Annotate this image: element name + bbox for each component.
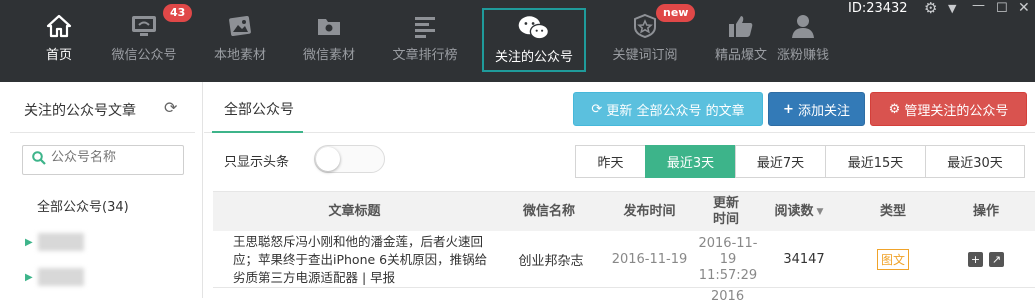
- active-tab-indicator: [212, 131, 303, 133]
- refresh-all-articles-label: 更新 全部公众号 的文章: [606, 103, 745, 119]
- nav-grow-fans[interactable]: 涨粉赚钱: [771, 0, 835, 82]
- sidebar-divider: [10, 132, 195, 133]
- nav-keyword-subscribe-label: 关键词订阅: [612, 48, 678, 63]
- tab-bar-divider: [204, 132, 1035, 133]
- nav-article-ranking-label: 文章排行榜: [392, 48, 458, 63]
- type-badge: 图文: [876, 249, 909, 270]
- nav-home-label: 首页: [45, 48, 72, 63]
- range-last-15-days[interactable]: 最近15天: [825, 145, 926, 178]
- main-panel: 全部公众号 ⟳ 更新 全部公众号 的文章 + 添加关注 ⚙ 管理关注的公众号 只…: [204, 82, 1035, 301]
- column-header-updated: 更新时间: [712, 196, 739, 227]
- user-icon: [785, 12, 821, 40]
- manage-followed-button[interactable]: ⚙ 管理关注的公众号: [870, 92, 1027, 126]
- column-header-reads[interactable]: 阅读数 ▼: [755, 192, 843, 232]
- column-header-reads-label: 阅读数: [774, 204, 814, 219]
- nav-wechat-accounts-label: 微信公众号: [111, 48, 177, 63]
- nav-hot-articles[interactable]: 精品爆文: [709, 0, 773, 82]
- add-follow-label: 添加关注: [797, 103, 850, 119]
- sidebar-title: 关注的公众号文章: [24, 103, 136, 119]
- wechat-icon: [516, 14, 552, 42]
- user-id-label: ID:23432: [848, 1, 908, 16]
- read-count-cell: 34147: [783, 252, 825, 267]
- nav-followed-accounts-label: 关注的公众号: [494, 50, 573, 65]
- range-last-7-days[interactable]: 最近7天: [735, 145, 826, 178]
- sort-desc-icon: ▼: [816, 207, 824, 217]
- range-last-30-days[interactable]: 最近30天: [925, 145, 1025, 178]
- dropdown-menu-icon[interactable]: ▼: [948, 2, 956, 15]
- add-icon[interactable]: +: [968, 252, 983, 267]
- settings-gear-icon[interactable]: ⚙: [924, 0, 937, 17]
- account-name-cell: 创业邦杂志: [518, 254, 584, 269]
- account-search-input[interactable]: [51, 150, 176, 165]
- account-avatar-blurred: [38, 233, 84, 251]
- folder-icon: [311, 12, 347, 40]
- new-badge: new: [656, 4, 696, 22]
- nav-hot-articles-label: 精品爆文: [714, 48, 767, 63]
- refresh-icon[interactable]: ⟳: [164, 98, 177, 117]
- headline-only-label: 只显示头条: [224, 155, 290, 170]
- table-row[interactable]: 2016: [213, 289, 1035, 301]
- nav-wechat-accounts[interactable]: 微信公众号 43: [105, 0, 193, 82]
- nav-keyword-subscribe[interactable]: 关键词订阅 new: [606, 0, 696, 82]
- manage-followed-label: 管理关注的公众号: [904, 103, 1009, 119]
- published-date-cell: 2016-11-19: [611, 252, 688, 267]
- add-follow-button[interactable]: + 添加关注: [768, 92, 865, 126]
- table-row[interactable]: 王思聪怒斥冯小刚和他的潘金莲，后者火速回应；苹果终于查出iPhone 6关机原因…: [213, 231, 1035, 288]
- nav-article-ranking[interactable]: 文章排行榜: [385, 0, 465, 82]
- refresh-all-articles-button[interactable]: ⟳ 更新 全部公众号 的文章: [573, 92, 763, 126]
- expand-arrow-icon[interactable]: ▶: [25, 272, 33, 283]
- refresh-icon: ⟳: [591, 101, 603, 117]
- articles-table-header: 文章标题 微信名称 发布时间 更新时间 阅读数 ▼ 类型 操作: [213, 191, 1035, 231]
- account-search-box: [22, 145, 184, 175]
- actions-cell: + ↗: [937, 231, 1035, 288]
- open-external-icon[interactable]: ↗: [989, 252, 1004, 267]
- article-title-cell[interactable]: 王思聪怒斥冯小刚和他的潘金莲，后者火速回应；苹果终于查出iPhone 6关机原因…: [213, 231, 498, 288]
- monitor-icon: [126, 12, 162, 40]
- column-header-type: 类型: [879, 204, 906, 219]
- maximize-window-icon[interactable]: ☐: [996, 1, 1008, 16]
- nav-local-materials-label: 本地素材: [213, 48, 266, 63]
- search-icon: [32, 151, 46, 169]
- all-accounts-item[interactable]: 全部公众号(34): [37, 196, 129, 215]
- ranking-icon: [407, 12, 443, 40]
- account-avatar-blurred: [38, 268, 84, 286]
- tab-all-accounts[interactable]: 全部公众号: [224, 99, 294, 119]
- column-header-published: 发布时间: [623, 204, 676, 219]
- nav-wechat-materials[interactable]: 微信素材: [297, 0, 361, 82]
- nav-grow-fans-label: 涨粉赚钱: [776, 48, 829, 63]
- column-header-title: 文章标题: [328, 204, 381, 219]
- updated-date: 2016-11-19: [698, 235, 758, 267]
- nav-followed-accounts[interactable]: 关注的公众号: [482, 8, 586, 72]
- home-icon: [41, 12, 77, 40]
- expand-arrow-icon[interactable]: ▶: [25, 237, 33, 248]
- nav-local-materials[interactable]: 本地素材: [208, 0, 272, 82]
- top-nav-bar: 首页 微信公众号 43 本地素材 微信素材 文章排行榜 关注的公众号 关键词订阅…: [0, 0, 1035, 82]
- image-icon: [222, 12, 258, 40]
- column-header-account: 微信名称: [522, 204, 575, 219]
- followed-accounts-sidebar: 关注的公众号文章 ⟳ 全部公众号(34) ▶ ▶: [0, 82, 203, 298]
- toggle-knob: [316, 147, 340, 171]
- range-yesterday[interactable]: 昨天: [575, 145, 646, 178]
- updated-time-cell: 2016-11-19 11:57:29: [698, 231, 758, 288]
- headline-only-toggle[interactable]: [314, 145, 385, 173]
- minimize-window-icon[interactable]: —: [972, 0, 985, 13]
- plus-icon: +: [783, 101, 794, 117]
- gears-icon: ⚙: [888, 101, 901, 117]
- updated-date: 2016: [711, 289, 745, 301]
- nav-wechat-materials-label: 微信素材: [302, 48, 355, 63]
- close-window-icon[interactable]: ✕: [1018, 0, 1030, 16]
- thumbs-up-icon: [723, 12, 759, 40]
- nav-home[interactable]: 首页: [38, 0, 80, 82]
- column-header-actions: 操作: [972, 204, 999, 219]
- unread-count-badge: 43: [163, 4, 193, 22]
- type-cell: 图文: [849, 231, 937, 288]
- range-last-3-days[interactable]: 最近3天: [645, 145, 736, 178]
- updated-time: 11:57:29: [698, 267, 758, 283]
